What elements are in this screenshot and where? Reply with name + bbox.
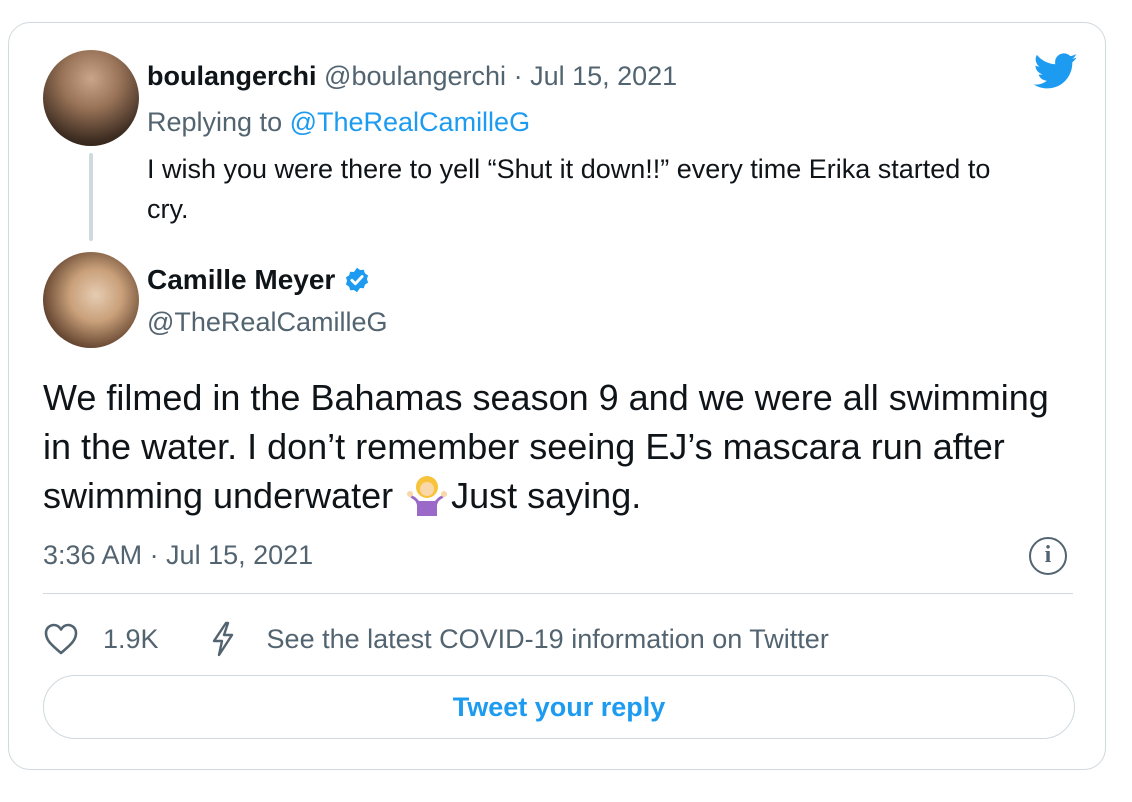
tweet-timestamp[interactable]: 3:36 AM · Jul 15, 2021 bbox=[43, 538, 313, 572]
twitter-bird-icon[interactable] bbox=[1029, 49, 1083, 93]
replying-to: Replying to @TheRealCamilleG bbox=[147, 105, 530, 139]
parent-date[interactable]: Jul 15, 2021 bbox=[530, 61, 677, 91]
tweet-your-reply-button[interactable]: Tweet your reply bbox=[43, 675, 1075, 739]
main-author: Camille Meyer bbox=[147, 263, 371, 297]
parent-display-name[interactable]: boulangerchi bbox=[147, 61, 317, 91]
main-handle[interactable]: @TheRealCamilleG bbox=[147, 305, 387, 339]
replying-to-label: Replying to bbox=[147, 107, 290, 137]
main-tweet-text-part2: Just saying. bbox=[451, 475, 642, 516]
covid-info-link[interactable]: See the latest COVID-19 information on T… bbox=[267, 624, 829, 655]
avatar-camille-meyer[interactable] bbox=[43, 252, 139, 348]
parent-handle[interactable]: @boulangerchi bbox=[324, 61, 506, 91]
parent-tweet-text: I wish you were there to yell “Shut it d… bbox=[147, 154, 991, 224]
main-display-name[interactable]: Camille Meyer bbox=[147, 263, 335, 297]
divider bbox=[43, 593, 1073, 594]
lightning-bolt-icon bbox=[212, 621, 233, 657]
action-row: 1.9K See the latest COVID-19 information… bbox=[43, 619, 829, 659]
info-icon[interactable]: i bbox=[1029, 537, 1067, 575]
avatar-boulangerchi[interactable] bbox=[43, 50, 139, 146]
verified-badge-icon bbox=[346, 267, 369, 293]
like-count[interactable]: 1.9K bbox=[103, 624, 159, 655]
tweet-card: boulangerchi @boulangerchi · Jul 15, 202… bbox=[8, 22, 1106, 770]
heart-icon[interactable] bbox=[43, 622, 79, 656]
parent-tweet-header: boulangerchi @boulangerchi · Jul 15, 202… bbox=[147, 59, 677, 93]
replying-to-handle[interactable]: @TheRealCamilleG bbox=[290, 107, 530, 137]
header-separator: · bbox=[506, 61, 531, 91]
person-shrugging-emoji bbox=[407, 476, 448, 516]
thread-connector bbox=[89, 153, 93, 241]
main-tweet-text: We filmed in the Bahamas season 9 and we… bbox=[43, 373, 1083, 520]
